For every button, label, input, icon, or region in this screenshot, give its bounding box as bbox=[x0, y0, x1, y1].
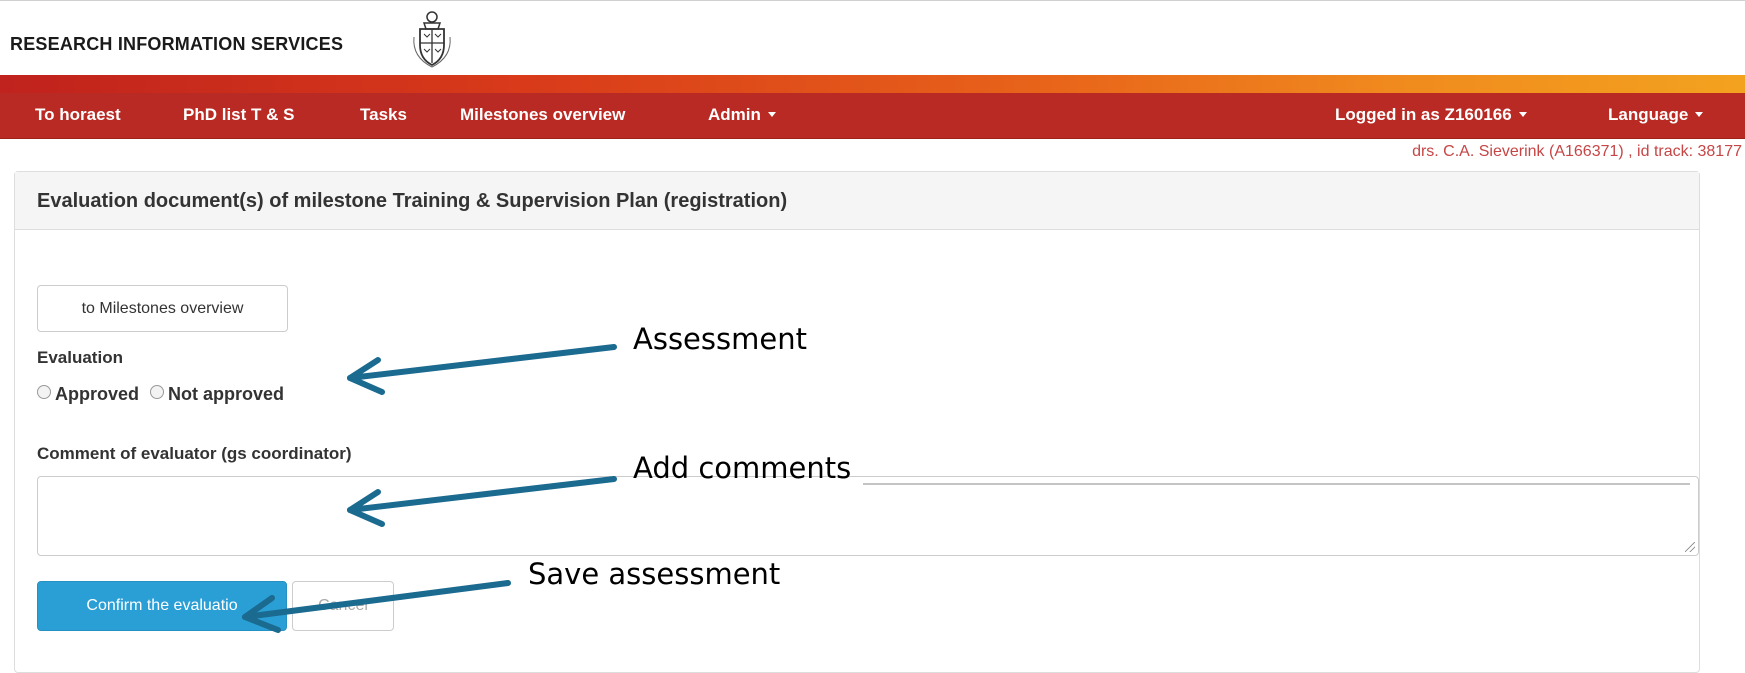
back-to-milestones-button[interactable]: to Milestones overview bbox=[37, 285, 288, 332]
nav-user-label: Logged in as Z160166 bbox=[1335, 105, 1512, 124]
evaluation-radio-group: Approved Not approved bbox=[37, 384, 290, 405]
radio-approved-label: Approved bbox=[55, 384, 140, 404]
nav-phd-list[interactable]: PhD list T & S bbox=[183, 105, 294, 125]
radio-not-approved[interactable]: Not approved bbox=[150, 384, 284, 405]
nav-milestones-overview[interactable]: Milestones overview bbox=[460, 105, 625, 125]
brand-title: RESEARCH INFORMATION SERVICES bbox=[10, 34, 344, 54]
nav-user-dropdown[interactable]: Logged in as Z160166 bbox=[1335, 105, 1527, 125]
chevron-down-icon bbox=[1518, 112, 1527, 117]
radio-not-approved-label: Not approved bbox=[168, 384, 285, 404]
main-navbar: To horaest PhD list T & S Tasks Mileston… bbox=[0, 93, 1745, 139]
university-crest-icon bbox=[413, 11, 451, 68]
nav-language-label: Language bbox=[1608, 105, 1689, 124]
comment-label: Comment of evaluator (gs coordinator) bbox=[37, 444, 352, 463]
page-title: Evaluation document(s) of milestone Trai… bbox=[37, 190, 788, 212]
user-track-info: drs. C.A. Sieverink (A166371) , id track… bbox=[1412, 143, 1742, 160]
radio-circle-icon[interactable] bbox=[150, 385, 165, 399]
comment-textarea[interactable] bbox=[37, 476, 1699, 556]
panel-heading: Evaluation document(s) of milestone Trai… bbox=[15, 172, 1699, 230]
evaluation-label: Evaluation bbox=[37, 348, 123, 367]
cancel-button[interactable]: Cancel bbox=[292, 581, 394, 631]
nav-admin-label: Admin bbox=[708, 105, 761, 124]
nav-language-dropdown[interactable]: Language bbox=[1608, 105, 1704, 125]
annotation-save-assessment: Save assessment bbox=[528, 557, 781, 591]
annotation-add-comments: Add comments bbox=[633, 451, 852, 485]
chevron-down-icon bbox=[1695, 112, 1704, 117]
header-color-stripe bbox=[0, 75, 1745, 93]
confirm-evaluation-button[interactable]: Confirm the evaluatio bbox=[37, 581, 287, 631]
annotation-assessment: Assessment bbox=[633, 322, 807, 356]
chevron-down-icon bbox=[767, 112, 776, 117]
radio-circle-icon[interactable] bbox=[37, 385, 51, 399]
brand-header: RESEARCH INFORMATION SERVICES bbox=[0, 1, 1745, 75]
nav-to-horaest[interactable]: To horaest bbox=[35, 105, 121, 125]
nav-admin-dropdown[interactable]: Admin bbox=[708, 105, 776, 125]
nav-tasks[interactable]: Tasks bbox=[360, 105, 407, 125]
resize-handle-icon[interactable] bbox=[1685, 542, 1695, 552]
radio-approved[interactable]: Approved bbox=[37, 384, 139, 405]
